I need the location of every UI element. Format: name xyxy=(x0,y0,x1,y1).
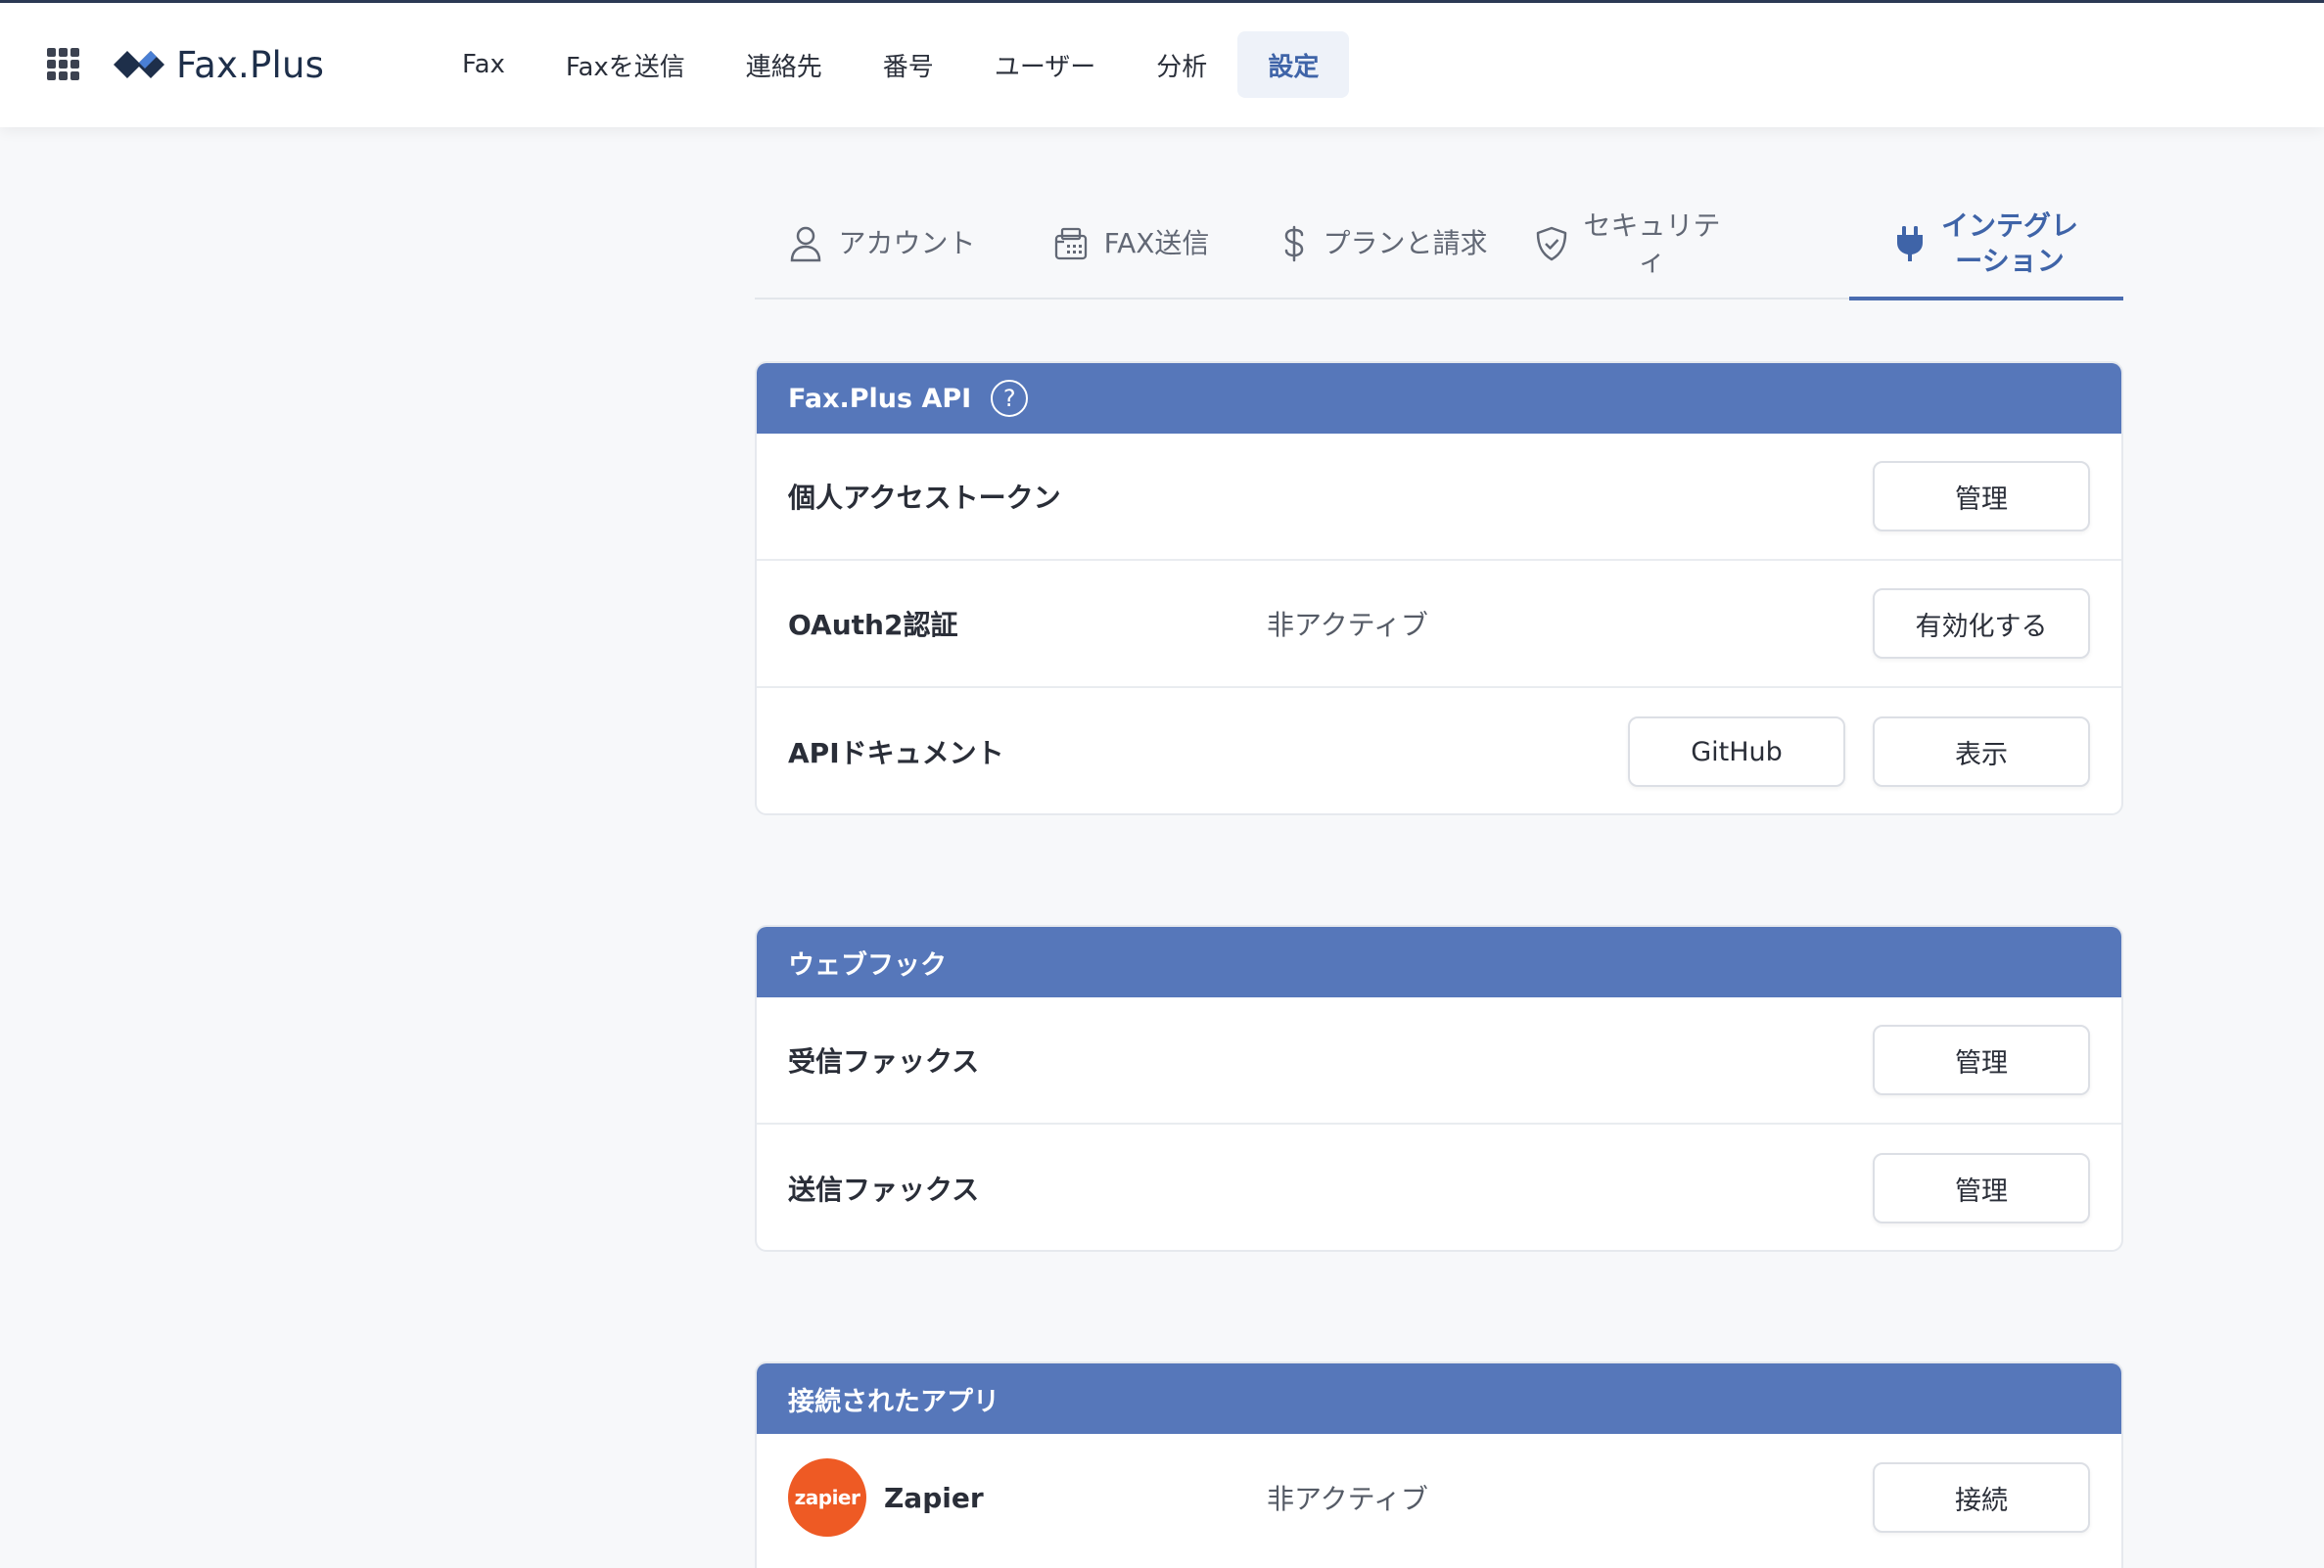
webhook-card: ウェブフック 受信ファックス 管理 送信ファックス 管理 xyxy=(755,925,2123,1252)
app-grid-icon[interactable] xyxy=(47,48,80,81)
view-docs-button[interactable]: 表示 xyxy=(1873,716,2090,787)
connected-apps-card: 接続されたアプリ zapier Zapier 非アクティブ 接続 xyxy=(755,1361,2123,1568)
list-item: 個人アクセストークン 管理 xyxy=(757,434,2121,561)
tab-integrations[interactable]: インテグレ ーション xyxy=(1849,190,2123,300)
dollar-icon xyxy=(1285,225,1304,262)
tab-fax-sending[interactable]: FAX送信 xyxy=(1010,190,1252,298)
tab-account[interactable]: アカウント xyxy=(755,190,1010,298)
webhook-card-title: ウェブフック xyxy=(788,949,947,981)
nav-item-fax[interactable]: Fax xyxy=(432,31,535,98)
fax-machine-icon xyxy=(1054,227,1087,260)
list-item: 送信ファックス 管理 xyxy=(757,1125,2121,1250)
list-item: OAuth2認証 非アクティブ 有効化する xyxy=(757,561,2121,688)
enable-oauth2-button[interactable]: 有効化する xyxy=(1873,588,2090,659)
tab-security[interactable]: セキュリテ ィ xyxy=(1517,190,1738,298)
nav-item-send-fax[interactable]: Faxを送信 xyxy=(535,31,716,98)
outgoing-fax-label: 送信ファックス xyxy=(788,1174,980,1206)
tab-fax-sending-label: FAX送信 xyxy=(1103,227,1210,259)
tab-security-label: セキュリテ ィ xyxy=(1583,209,1721,277)
top-navbar: Fax.Plus Fax Faxを送信 連絡先 番号 ユーザー 分析 設定 xyxy=(0,3,2324,127)
user-icon xyxy=(791,226,821,262)
incoming-fax-label: 受信ファックス xyxy=(788,1045,980,1078)
plug-icon xyxy=(1897,226,1924,261)
tab-plan-billing[interactable]: プランと請求 xyxy=(1252,190,1517,298)
list-item: 受信ファックス 管理 xyxy=(757,997,2121,1125)
zapier-status: 非アクティブ xyxy=(1267,1483,1428,1515)
nav-item-numbers[interactable]: 番号 xyxy=(853,31,964,98)
main-nav: Fax Faxを送信 連絡先 番号 ユーザー 分析 設定 xyxy=(432,31,1350,98)
faxplus-logo-icon xyxy=(114,51,164,78)
list-item: zapier Zapier 非アクティブ 接続 xyxy=(757,1434,2121,1561)
manage-outgoing-button[interactable]: 管理 xyxy=(1873,1153,2090,1223)
zapier-logo: zapier xyxy=(788,1458,866,1537)
api-card-header: Fax.Plus API ? xyxy=(757,363,2121,434)
help-icon[interactable]: ? xyxy=(991,380,1029,417)
shield-check-icon xyxy=(1536,226,1566,261)
tab-account-label: アカウント xyxy=(838,227,976,259)
nav-item-users[interactable]: ユーザー xyxy=(964,31,1126,98)
api-card-title: Fax.Plus API xyxy=(788,383,972,414)
manage-incoming-button[interactable]: 管理 xyxy=(1873,1025,2090,1095)
github-button[interactable]: GitHub xyxy=(1628,716,1845,787)
oauth2-status: 非アクティブ xyxy=(1267,609,1428,641)
settings-tabs: アカウント FAX送信 プランと請求 セキュリテ ィ インテグレ ーション xyxy=(755,190,2123,300)
nav-item-contacts[interactable]: 連絡先 xyxy=(716,31,853,98)
tab-integrations-label: インテグレ ーション xyxy=(1941,209,2079,277)
personal-access-token-label: 個人アクセストークン xyxy=(788,482,1061,514)
nav-item-settings[interactable]: 設定 xyxy=(1237,31,1350,98)
connected-apps-title: 接続されたアプリ xyxy=(788,1386,999,1417)
tab-plan-billing-label: プランと請求 xyxy=(1323,227,1488,259)
api-docs-label: APIドキュメント xyxy=(788,737,1004,769)
oauth2-label: OAuth2認証 xyxy=(788,609,958,641)
api-card: Fax.Plus API ? 個人アクセストークン 管理 OAuth2認証 非ア… xyxy=(755,361,2123,815)
nav-item-analytics[interactable]: 分析 xyxy=(1126,31,1237,98)
logo-text: Fax.Plus xyxy=(176,43,325,86)
connected-apps-header: 接続されたアプリ xyxy=(757,1363,2121,1434)
list-item: APIドキュメント GitHub 表示 xyxy=(757,688,2121,813)
connect-zapier-button[interactable]: 接続 xyxy=(1873,1462,2090,1533)
webhook-card-header: ウェブフック xyxy=(757,927,2121,997)
faxplus-logo[interactable]: Fax.Plus xyxy=(112,40,324,89)
zapier-label: Zapier xyxy=(884,1481,984,1514)
manage-token-button[interactable]: 管理 xyxy=(1873,461,2090,531)
